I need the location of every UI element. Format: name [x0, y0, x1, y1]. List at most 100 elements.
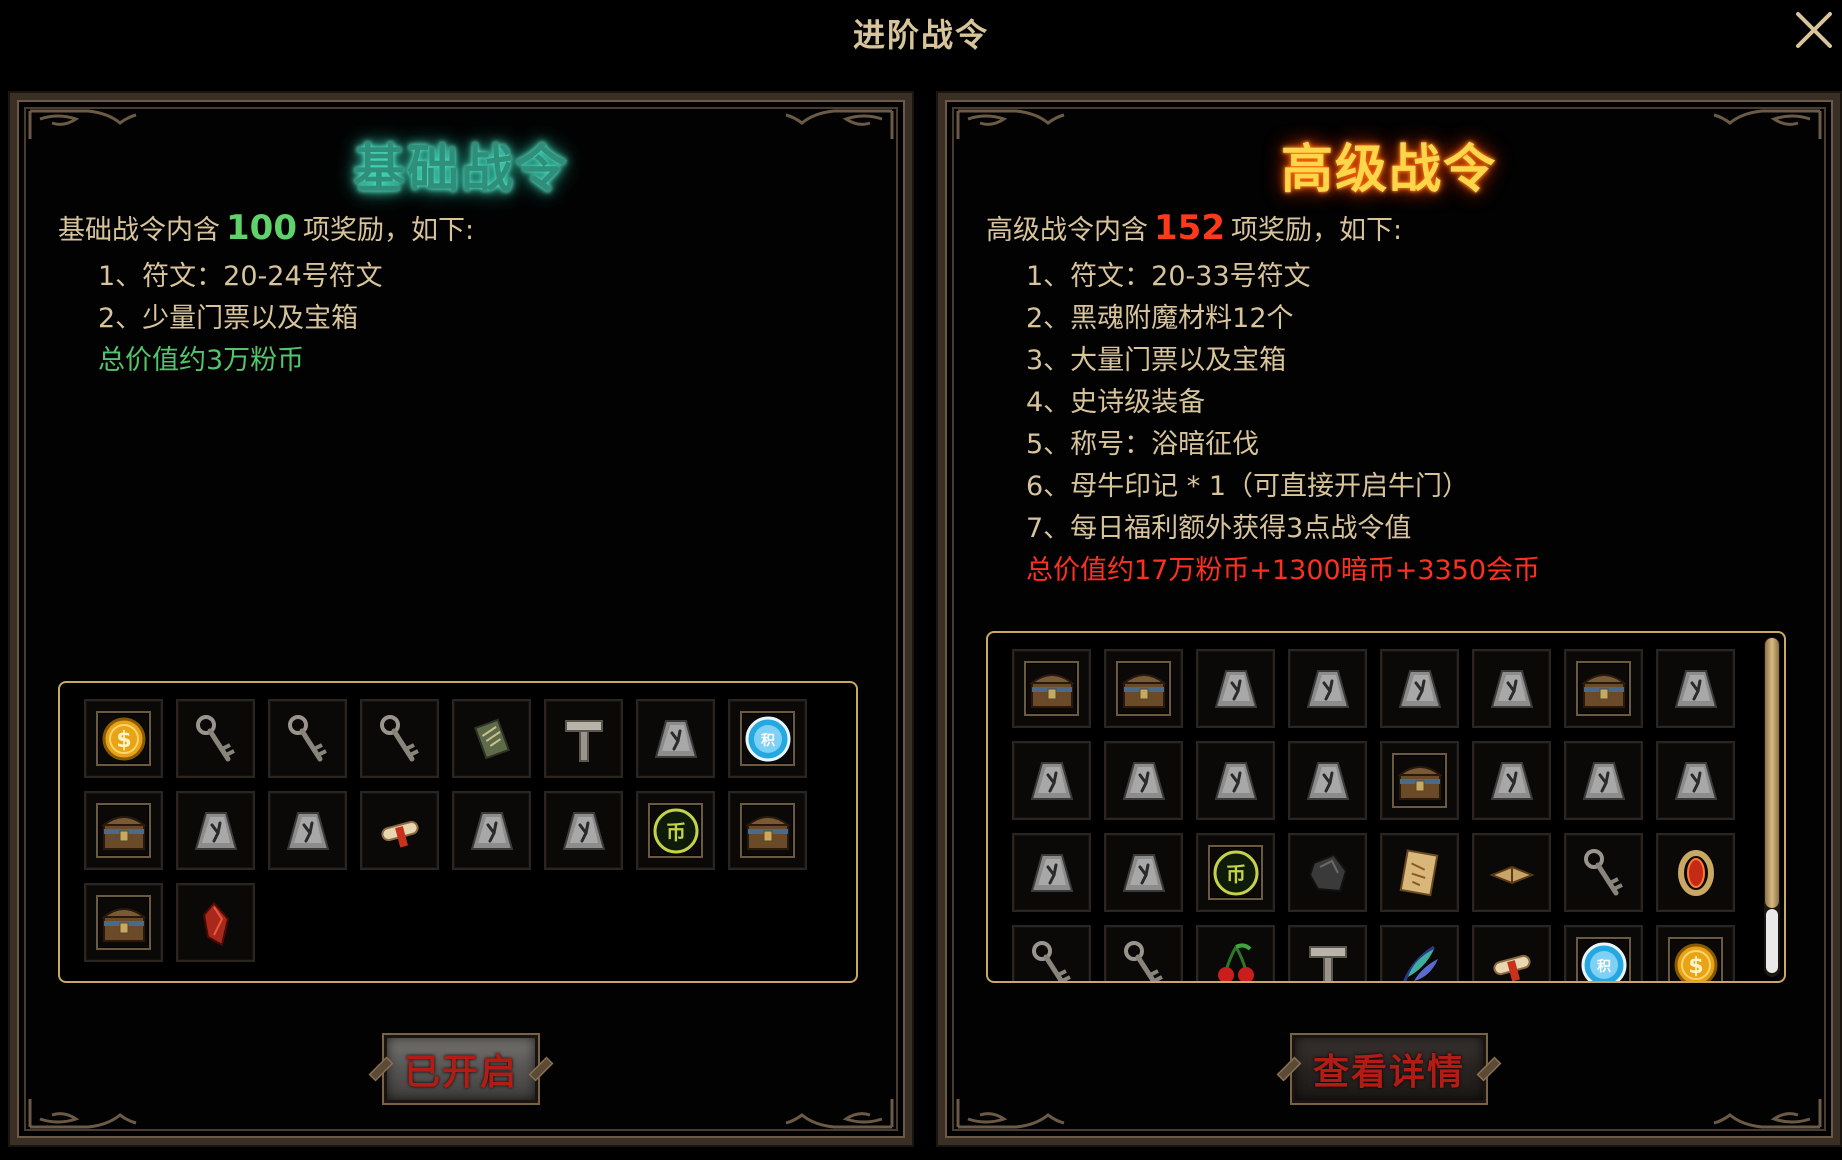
item-slot[interactable] — [360, 699, 439, 778]
item-slot[interactable] — [1288, 925, 1367, 981]
key-icon — [379, 714, 419, 761]
item-slot[interactable]: 积 — [728, 699, 807, 778]
item-slot[interactable] — [1656, 741, 1735, 820]
item-slot[interactable] — [1012, 649, 1091, 728]
item-slot[interactable]: 币 — [636, 791, 715, 870]
rune-stone-icon — [1582, 761, 1625, 800]
advanced-reward-list: 1、符文：20-33号符文 2、黑魂附魔材料12个 3、大量门票以及宝箱 4、史… — [1026, 256, 1540, 592]
item-slot[interactable] — [1656, 833, 1735, 912]
item-slot[interactable] — [1012, 925, 1091, 981]
activated-button-label: 已开启 — [403, 1052, 518, 1093]
item-slot[interactable] — [1196, 649, 1275, 728]
item-scrollbar[interactable] — [1764, 637, 1780, 977]
item-slot[interactable] — [176, 791, 255, 870]
item-slot[interactable] — [1288, 741, 1367, 820]
item-slot[interactable] — [1380, 741, 1459, 820]
treasure-chest-icon — [744, 815, 791, 850]
item-slot[interactable] — [1380, 833, 1459, 912]
rune-stone-icon — [470, 811, 513, 850]
item-slot[interactable] — [1104, 741, 1183, 820]
treasure-map-icon — [1399, 848, 1438, 896]
item-slot[interactable]: 币 — [1196, 833, 1275, 912]
item-slot[interactable] — [452, 699, 531, 778]
activated-button[interactable]: 已开启 — [368, 1033, 554, 1105]
item-slot[interactable] — [1564, 833, 1643, 912]
svg-text:积: 积 — [1597, 958, 1611, 975]
key-icon — [1583, 848, 1623, 895]
scrollbar-thumb[interactable] — [1765, 638, 1779, 908]
rune-stone-icon — [286, 811, 329, 850]
rune-stone-icon — [1490, 669, 1533, 708]
advanced-pass-panel: 高级战令 高级战令内含 152 项奖励，如下: 1、符文：20-33号符文 2、黑魂… — [938, 93, 1840, 1145]
item-slot[interactable] — [268, 699, 347, 778]
rune-stone-icon — [1122, 761, 1165, 800]
item-slot[interactable] — [1472, 833, 1551, 912]
ring-icon — [1677, 849, 1714, 896]
intro-suffix: 项奖励，如下: — [302, 215, 475, 246]
item-slot[interactable] — [1656, 649, 1735, 728]
item-slot[interactable] — [176, 699, 255, 778]
basic-pass-panel: 基础战令 基础战令内含 100 项奖励，如下: 1、符文：20-24号符文 2、少量… — [10, 93, 912, 1145]
hammer-icon — [1308, 945, 1347, 981]
key-icon — [287, 714, 327, 761]
item-slot[interactable]: $ — [84, 699, 163, 778]
item-slot[interactable] — [1472, 741, 1551, 820]
item-slot[interactable]: $ — [1656, 925, 1735, 981]
view-details-button[interactable]: 查看详情 — [1276, 1033, 1502, 1105]
item-slot[interactable] — [1472, 649, 1551, 728]
treasure-chest-icon — [1580, 673, 1627, 708]
item-slot[interactable] — [452, 791, 531, 870]
item-slot[interactable] — [84, 883, 163, 962]
svg-text:币: 币 — [666, 820, 686, 844]
svg-text:$: $ — [116, 728, 131, 753]
item-slot[interactable] — [1288, 833, 1367, 912]
item-slot[interactable] — [728, 791, 807, 870]
rune-stone-icon — [1674, 761, 1717, 800]
close-button[interactable] — [1792, 8, 1836, 52]
rune-stone-icon — [654, 719, 697, 758]
close-icon — [1796, 12, 1832, 48]
item-slot[interactable] — [1380, 925, 1459, 981]
item-slot[interactable] — [1196, 741, 1275, 820]
rune-stone-icon — [562, 811, 605, 850]
item-slot[interactable] — [1012, 741, 1091, 820]
item-slot[interactable] — [1564, 649, 1643, 728]
item-slot[interactable] — [1104, 833, 1183, 912]
item-slot[interactable]: 积 — [1564, 925, 1643, 981]
scrollbar-track — [1766, 909, 1778, 973]
dark-stone-icon — [1308, 853, 1347, 892]
basic-item-box: $ 积币 — [58, 681, 858, 983]
currency-coin-icon: 币 — [1213, 850, 1258, 895]
item-slot[interactable] — [544, 699, 623, 778]
window-title: 进阶战令 — [852, 16, 989, 54]
item-slot[interactable] — [1104, 925, 1183, 981]
rune-stone-icon — [1306, 669, 1349, 708]
svg-text:币: 币 — [1226, 862, 1246, 886]
item-slot[interactable] — [268, 791, 347, 870]
reward-line: 1、符文：20-24号符文 — [98, 261, 383, 292]
item-slot[interactable] — [360, 791, 439, 870]
corner-ornament — [1712, 1095, 1822, 1129]
gold-coin-icon: $ — [102, 717, 145, 760]
basic-reward-list: 1、符文：20-24号符文 2、少量门票以及宝箱 总价值约3万粉币 — [98, 256, 383, 382]
item-slot[interactable] — [1472, 925, 1551, 981]
item-slot[interactable] — [544, 791, 623, 870]
item-slot[interactable] — [176, 883, 255, 962]
total-value: 总价值约3万粉币 — [98, 345, 305, 376]
total-value: 总价值约17万粉币+1300暗币+3350会币 — [1026, 555, 1541, 586]
item-slot[interactable] — [1196, 925, 1275, 981]
item-slot[interactable] — [1380, 649, 1459, 728]
advanced-pass-heading: 高级战令 — [1280, 140, 1497, 200]
item-slot[interactable] — [1104, 649, 1183, 728]
currency-coin-icon: 币 — [653, 808, 698, 853]
reward-line: 3、大量门票以及宝箱 — [1026, 345, 1287, 376]
reward-line: 6、母牛印记 * 1（可直接开启牛门） — [1026, 471, 1470, 502]
rune-stone-icon — [1214, 669, 1257, 708]
item-slot[interactable] — [1564, 741, 1643, 820]
reward-line: 7、每日福利额外获得3点战令值 — [1026, 513, 1412, 544]
item-slot[interactable] — [636, 699, 715, 778]
svg-text:$: $ — [1688, 954, 1703, 979]
item-slot[interactable] — [1288, 649, 1367, 728]
item-slot[interactable] — [84, 791, 163, 870]
item-slot[interactable] — [1012, 833, 1091, 912]
